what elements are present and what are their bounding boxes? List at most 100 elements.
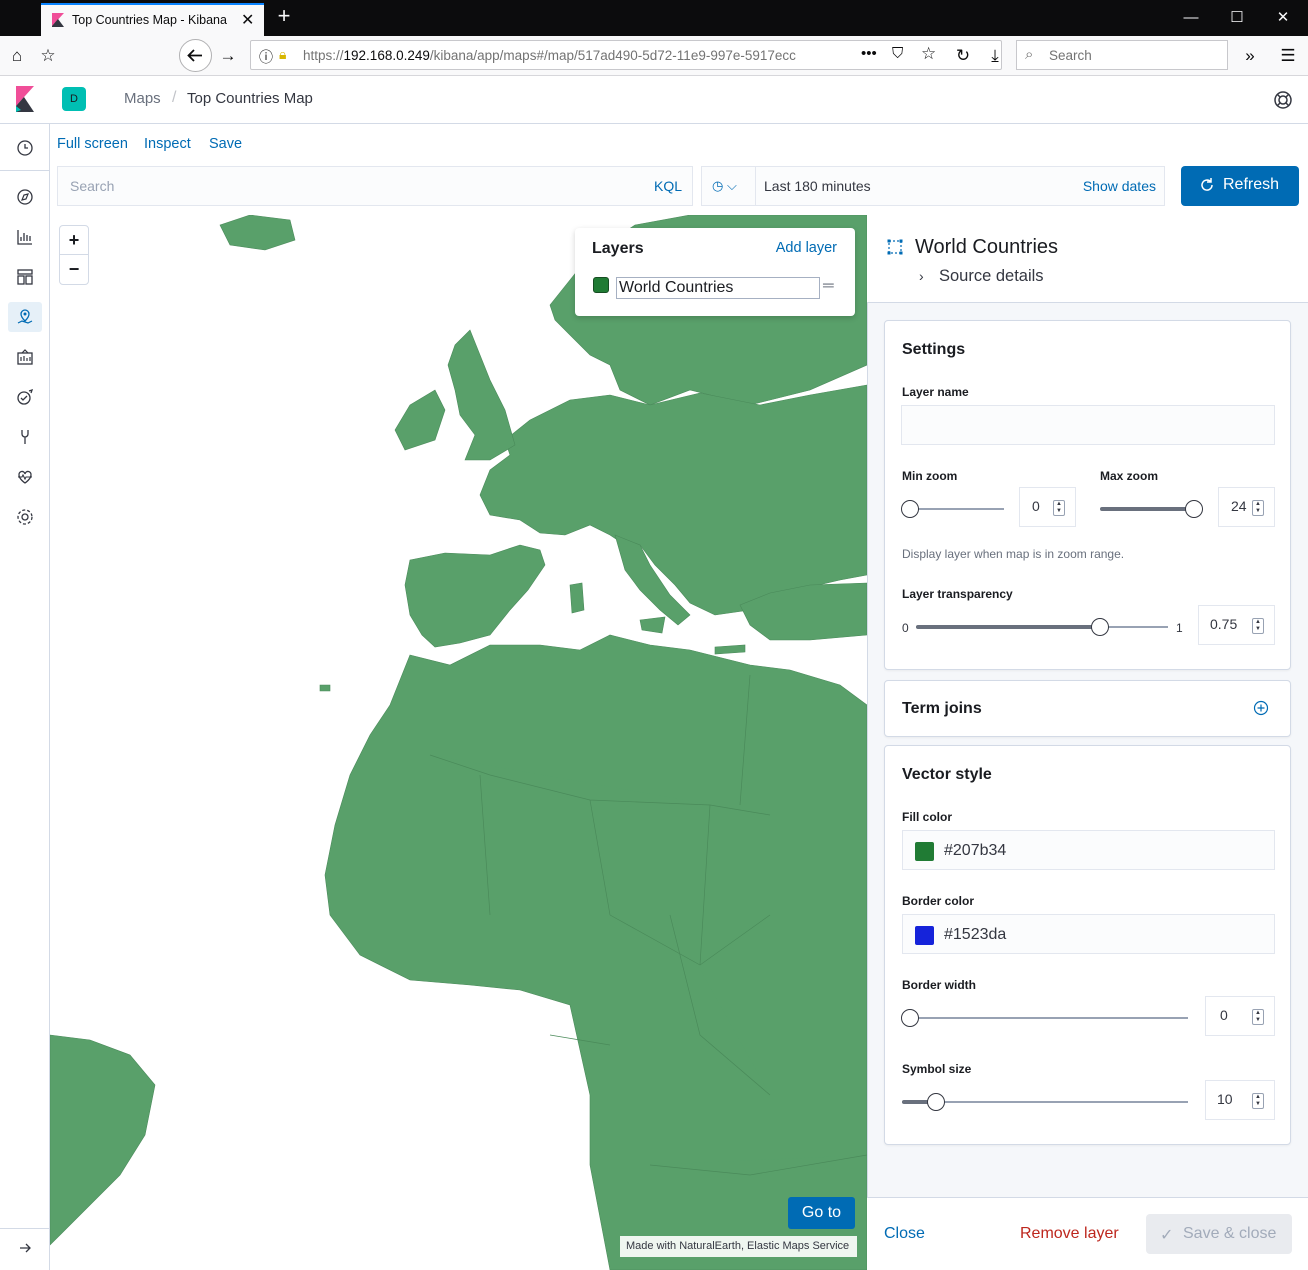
vector-style-card: Vector style Fill color #207b34 Border c… xyxy=(884,745,1291,1145)
management-gear-icon[interactable] xyxy=(15,507,35,527)
ireland-shape xyxy=(394,389,446,451)
symbol-size-label: Symbol size xyxy=(902,1062,972,1076)
min-zoom-thumb[interactable] xyxy=(901,500,919,518)
canary-islands-shape xyxy=(319,684,331,692)
remove-layer-button[interactable]: Remove layer xyxy=(1020,1225,1119,1243)
stepper-icon[interactable]: ▲ ▼ xyxy=(1252,618,1264,634)
save-link[interactable]: Save xyxy=(209,136,242,152)
go-to-button[interactable]: Go to xyxy=(788,1197,855,1229)
date-picker[interactable]: ◷ ⌵ Last 180 minutes Show dates xyxy=(701,166,1165,206)
inspect-link[interactable]: Inspect xyxy=(144,136,191,152)
symbol-size-thumb[interactable] xyxy=(927,1093,945,1111)
layer-toc-entry[interactable]: World Countries xyxy=(616,277,820,299)
stepper-icon[interactable]: ▲ ▼ xyxy=(1053,500,1065,516)
zoom-in-button[interactable]: + xyxy=(60,226,88,255)
time-range[interactable]: Last 180 minutes xyxy=(764,178,871,194)
minimize-icon[interactable]: — xyxy=(1168,4,1214,32)
info-icon[interactable]: ⓘ xyxy=(259,47,273,67)
add-join-plus-icon[interactable] xyxy=(1253,700,1269,716)
bookmark-page-icon[interactable]: ☆ xyxy=(921,44,936,64)
symbol-size-input[interactable]: 10 ▲ ▼ xyxy=(1205,1080,1275,1120)
discover-compass-icon[interactable] xyxy=(15,187,35,207)
border-width-label: Border width xyxy=(902,978,976,992)
fill-color-swatch xyxy=(915,842,934,861)
max-zoom-track xyxy=(1100,507,1192,511)
kql-toggle[interactable]: KQL xyxy=(654,178,682,194)
transparency-input[interactable]: 0.75 ▲ ▼ xyxy=(1198,605,1275,645)
expand-nav-arrow-icon[interactable] xyxy=(15,1238,35,1258)
maps-pin-icon[interactable] xyxy=(15,307,35,327)
browser-search-input[interactable]: ⌕ Search xyxy=(1016,40,1228,70)
monitoring-heart-icon[interactable] xyxy=(15,467,35,487)
nav-divider xyxy=(0,170,50,171)
zoom-help-text: Display layer when map is in zoom range. xyxy=(902,547,1125,561)
border-width-value: 0 xyxy=(1220,1007,1228,1023)
pocket-icon[interactable]: ⛉ xyxy=(892,45,903,62)
back-button[interactable] xyxy=(179,39,212,72)
close-button[interactable]: Close xyxy=(884,1225,925,1243)
kibana-favicon-icon xyxy=(52,13,64,27)
source-details-toggle[interactable]: Source details xyxy=(939,267,1044,286)
transparency-min: 0 xyxy=(902,621,909,635)
forward-icon[interactable]: → xyxy=(214,42,242,70)
url-bar[interactable]: ⓘ 🔒︎ https://192.168.0.249/kibana/app/ma… xyxy=(250,40,1002,70)
page-actions-icon[interactable]: ••• xyxy=(861,45,877,62)
browser-tab[interactable]: Top Countries Map - Kibana ✕ xyxy=(41,3,264,36)
dashboard-icon[interactable] xyxy=(15,267,35,287)
drag-handle-icon[interactable]: ═ xyxy=(823,277,834,294)
overflow-chevron-icon[interactable]: » xyxy=(1236,42,1264,70)
canvas-icon[interactable] xyxy=(15,347,35,367)
border-width-input[interactable]: 0 ▲ ▼ xyxy=(1205,996,1275,1036)
space-avatar[interactable]: D xyxy=(62,87,86,111)
insecure-lock-icon[interactable]: 🔒︎ xyxy=(279,46,286,63)
url-path: /kibana/app/maps#/map/517ad490-5d72-11e9… xyxy=(429,48,796,63)
add-layer-button[interactable]: Add layer xyxy=(776,240,837,256)
help-lifebuoy-icon[interactable] xyxy=(1272,89,1294,111)
max-zoom-thumb[interactable] xyxy=(1185,500,1203,518)
browser-search-placeholder: Search xyxy=(1049,48,1092,63)
visualize-chart-icon[interactable] xyxy=(15,227,35,247)
refresh-button[interactable]: Refresh xyxy=(1181,166,1299,206)
stepper-icon[interactable]: ▲ ▼ xyxy=(1252,1009,1264,1025)
world-countries-layer xyxy=(50,215,867,1270)
dev-tools-wrench-icon[interactable] xyxy=(15,427,35,447)
fill-color-picker[interactable]: #207b34 xyxy=(902,830,1275,870)
show-dates-link[interactable]: Show dates xyxy=(1083,178,1156,194)
new-tab-button[interactable]: + xyxy=(272,3,296,31)
hamburger-menu-icon[interactable]: ☰ xyxy=(1274,42,1302,70)
zoom-out-button[interactable]: − xyxy=(60,255,88,284)
recently-viewed-clock-icon[interactable] xyxy=(15,138,35,158)
max-zoom-input[interactable]: 24 ▲ ▼ xyxy=(1218,487,1275,527)
maximize-icon[interactable]: ☐ xyxy=(1214,4,1260,32)
layer-panel-header: World Countries › Source details xyxy=(867,215,1308,303)
south-america-shape xyxy=(50,1034,156,1246)
kibana-logo-icon[interactable] xyxy=(14,86,36,112)
download-icon[interactable]: ⤓ xyxy=(981,42,1009,70)
chevron-right-icon[interactable]: › xyxy=(919,268,924,284)
ml-icon[interactable] xyxy=(15,387,35,407)
quick-menu-button[interactable]: ◷ ⌵ xyxy=(702,167,756,205)
min-zoom-input[interactable]: 0 ▲ ▼ xyxy=(1019,487,1076,527)
border-width-thumb[interactable] xyxy=(901,1009,919,1027)
back-arrow-icon xyxy=(187,49,202,62)
stepper-icon[interactable]: ▲ ▼ xyxy=(1252,500,1264,516)
stepper-icon[interactable]: ▲ ▼ xyxy=(1252,1093,1264,1109)
border-color-picker[interactable]: #1523da xyxy=(902,914,1275,954)
home-icon[interactable]: ⌂ xyxy=(3,42,31,70)
full-screen-link[interactable]: Full screen xyxy=(57,136,128,152)
europe-mainland-shape xyxy=(479,384,867,616)
save-close-button[interactable]: ✓ Save & close xyxy=(1146,1214,1292,1254)
map-canvas[interactable] xyxy=(50,215,867,1270)
close-window-icon[interactable]: ✕ xyxy=(1260,4,1306,32)
layer-name-input[interactable] xyxy=(901,405,1275,445)
transparency-value: 0.75 xyxy=(1210,616,1238,632)
border-color-value: #1523da xyxy=(944,926,1007,943)
transparency-thumb[interactable] xyxy=(1091,618,1109,636)
breadcrumb-maps[interactable]: Maps xyxy=(124,90,161,107)
tab-title: Top Countries Map - Kibana xyxy=(72,13,227,27)
bookmark-star-icon[interactable]: ☆ xyxy=(34,42,62,70)
query-placeholder: Search xyxy=(70,178,115,194)
close-tab-icon[interactable]: ✕ xyxy=(241,10,254,30)
query-search-input[interactable]: Search KQL xyxy=(57,166,693,206)
reload-icon[interactable]: ↻ xyxy=(949,42,977,70)
